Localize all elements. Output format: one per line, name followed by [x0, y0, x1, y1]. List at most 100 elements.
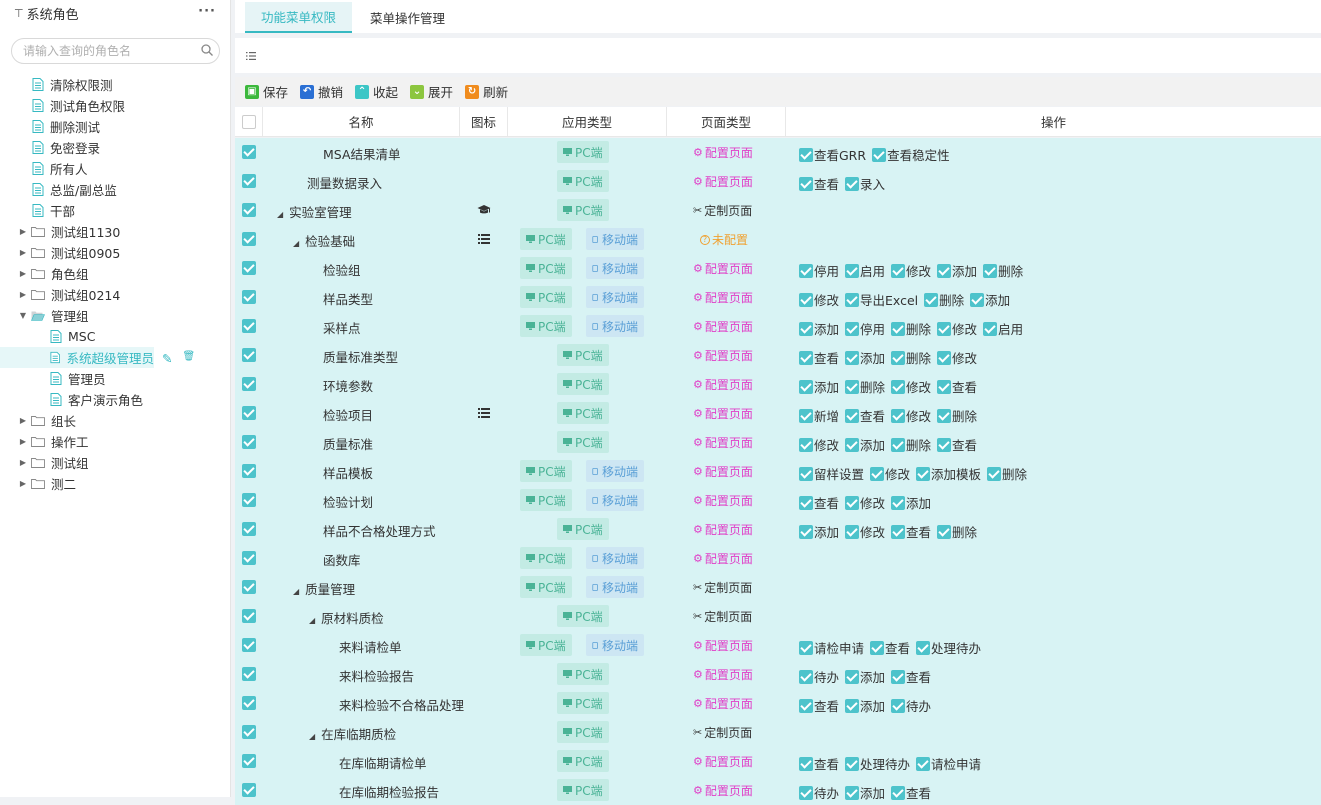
checkbox-checked-icon[interactable] [799, 147, 813, 162]
checkbox-checked-icon[interactable] [799, 785, 813, 800]
refresh-button[interactable]: ↻ 刷新 [465, 82, 508, 101]
operation-checkbox[interactable]: 停用 [845, 319, 885, 338]
operation-checkbox[interactable]: 请检申请 [799, 638, 864, 657]
tree-node[interactable]: 管理员 [0, 368, 230, 389]
operation-checkbox[interactable]: 删除 [845, 377, 885, 396]
operation-checkbox[interactable]: 删除 [937, 522, 977, 541]
operation-checkbox[interactable]: 添加 [799, 319, 839, 338]
operation-checkbox[interactable]: 查看 [891, 783, 931, 802]
row-checkbox[interactable] [242, 348, 256, 362]
checkbox-checked-icon[interactable] [937, 437, 952, 452]
expand-caret-icon[interactable]: ◢ [309, 616, 315, 625]
expand-caret-icon[interactable]: ◢ [309, 732, 315, 741]
checkbox-checked-icon[interactable] [937, 379, 952, 394]
operation-checkbox[interactable]: 删除 [924, 290, 964, 309]
caret-right-icon[interactable]: ▶ [18, 437, 28, 446]
row-checkbox[interactable] [242, 725, 256, 739]
row-checkbox[interactable] [242, 174, 256, 188]
row-checkbox[interactable] [242, 435, 256, 449]
row-checkbox[interactable] [242, 783, 256, 797]
checkbox-checked-icon[interactable] [799, 379, 813, 394]
tree-node[interactable]: 所有人 [0, 158, 230, 179]
checkbox-checked-icon[interactable] [937, 408, 952, 423]
collapse-button[interactable]: ⌃ 收起 [355, 82, 398, 101]
operation-checkbox[interactable]: 请检申请 [916, 754, 981, 773]
checkbox-checked-icon[interactable] [891, 437, 906, 452]
checkbox-checked-icon[interactable] [891, 263, 906, 278]
operation-checkbox[interactable]: 删除 [891, 319, 931, 338]
checkbox-checked-icon[interactable] [845, 698, 860, 713]
operation-checkbox[interactable]: 查看 [870, 638, 910, 657]
operation-checkbox[interactable]: 删除 [891, 348, 931, 367]
checkbox-checked-icon[interactable] [845, 669, 860, 684]
row-checkbox[interactable] [242, 319, 256, 333]
caret-right-icon[interactable]: ▶ [18, 227, 28, 236]
more-icon[interactable]: ··· [198, 4, 216, 19]
checkbox-checked-icon[interactable] [987, 466, 1002, 481]
row-checkbox[interactable] [242, 638, 256, 652]
operation-checkbox[interactable]: 查看 [799, 493, 839, 512]
operation-checkbox[interactable]: 删除 [937, 406, 977, 425]
checkbox-checked-icon[interactable] [891, 669, 906, 684]
search-icon[interactable] [200, 43, 214, 57]
row-checkbox[interactable] [242, 232, 256, 246]
operation-checkbox[interactable]: 删除 [983, 261, 1023, 280]
tree-node[interactable]: 免密登录 [0, 137, 230, 158]
checkbox-checked-icon[interactable] [799, 350, 813, 365]
checkbox-checked-icon[interactable] [891, 350, 906, 365]
checkbox-checked-icon[interactable] [799, 263, 813, 278]
tab-menu-operation[interactable]: 菜单操作管理 [354, 2, 461, 33]
operation-checkbox[interactable]: 查看 [799, 348, 839, 367]
tree-node[interactable]: 测试角色权限 [0, 95, 230, 116]
checkbox-checked-icon[interactable] [845, 756, 860, 771]
row-checkbox[interactable] [242, 377, 256, 391]
checkbox-checked-icon[interactable] [872, 147, 887, 162]
checkbox-checked-icon[interactable] [845, 437, 860, 452]
operation-checkbox[interactable]: 待办 [891, 696, 931, 715]
operation-checkbox[interactable]: 停用 [799, 261, 839, 280]
operation-checkbox[interactable]: 修改 [937, 319, 977, 338]
save-button[interactable]: ▣ 保存 [245, 82, 288, 101]
checkbox-checked-icon[interactable] [799, 698, 813, 713]
operation-checkbox[interactable]: 待办 [799, 783, 839, 802]
operation-checkbox[interactable]: 修改 [937, 348, 977, 367]
checkbox-checked-icon[interactable] [845, 379, 860, 394]
caret-right-icon[interactable]: ▶ [18, 458, 28, 467]
operation-checkbox[interactable]: 修改 [870, 464, 910, 483]
row-checkbox[interactable] [242, 754, 256, 768]
operation-checkbox[interactable]: 添加 [799, 522, 839, 541]
checkbox-checked-icon[interactable] [937, 263, 952, 278]
operation-checkbox[interactable]: 添加 [845, 348, 885, 367]
row-checkbox[interactable] [242, 261, 256, 275]
checkbox-checked-icon[interactable] [799, 466, 813, 481]
checkbox-checked-icon[interactable] [799, 640, 813, 655]
checkbox-checked-icon[interactable] [845, 785, 860, 800]
row-checkbox[interactable] [242, 145, 256, 159]
row-checkbox[interactable] [242, 464, 256, 478]
caret-right-icon[interactable]: ▶ [18, 416, 28, 425]
checkbox-checked-icon[interactable] [799, 669, 813, 684]
tree-node[interactable]: ▶ 操作工 [0, 431, 230, 452]
tree-node[interactable]: ▶ 测二 [0, 473, 230, 494]
checkbox-checked-icon[interactable] [845, 292, 860, 307]
row-checkbox[interactable] [242, 406, 256, 420]
operation-checkbox[interactable]: 留样设置 [799, 464, 864, 483]
tree-node[interactable]: ▼ 管理组 [0, 305, 230, 326]
checkbox-checked-icon[interactable] [891, 379, 906, 394]
operation-checkbox[interactable]: 查看 [799, 696, 839, 715]
tree-node[interactable]: 清除权限测 [0, 74, 230, 95]
expand-caret-icon[interactable]: ◢ [293, 239, 299, 248]
checkbox-checked-icon[interactable] [916, 756, 931, 771]
checkbox-checked-icon[interactable] [937, 524, 952, 539]
tab-menu-permission[interactable]: 功能菜单权限 [245, 2, 353, 33]
operation-checkbox[interactable]: 新增 [799, 406, 839, 425]
operation-checkbox[interactable]: 启用 [845, 261, 885, 280]
checkbox-checked-icon[interactable] [891, 408, 906, 423]
checkbox-checked-icon[interactable] [983, 263, 998, 278]
operation-checkbox[interactable]: 修改 [799, 435, 839, 454]
operation-checkbox[interactable]: 删除 [987, 464, 1027, 483]
operation-checkbox[interactable]: 查看 [937, 435, 977, 454]
operation-checkbox[interactable]: 添加 [845, 435, 885, 454]
tree-node[interactable]: 干部 [0, 200, 230, 221]
role-search-input[interactable] [11, 38, 220, 64]
